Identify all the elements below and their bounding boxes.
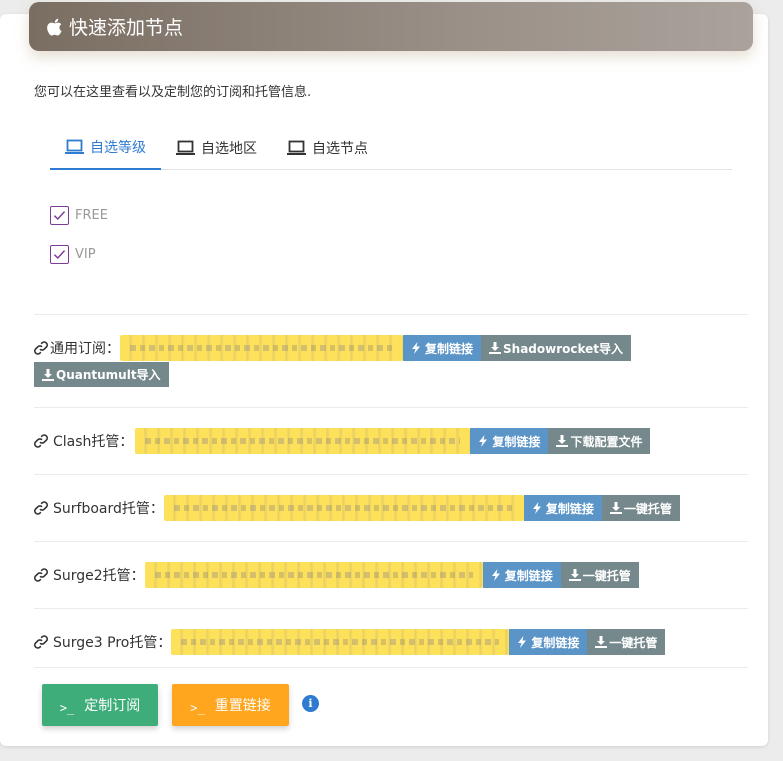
row-label: Surfboard托管： bbox=[53, 501, 164, 517]
bolt-icon bbox=[411, 342, 423, 354]
tab-bar: 自选等级 自选地区 自选节点 bbox=[50, 126, 732, 170]
one-click-host-button[interactable]: 一键托管 bbox=[587, 629, 666, 655]
download-icon bbox=[42, 368, 54, 381]
surfboard-row: Surfboard托管： 复制链接 一键托管 bbox=[34, 495, 680, 521]
level-checkboxes: FREE VIP bbox=[50, 204, 108, 282]
subtitle: 您可以在这里查看以及定制您的订阅和托管信息. bbox=[34, 85, 312, 100]
divider bbox=[34, 541, 748, 542]
one-click-host-button[interactable]: 一键托管 bbox=[601, 495, 680, 521]
surge2-row: Surge2托管： 复制链接 一键托管 bbox=[34, 562, 639, 588]
apple-icon bbox=[47, 18, 63, 36]
button-label: 定制订阅 bbox=[84, 698, 141, 714]
divider bbox=[34, 407, 748, 408]
download-icon bbox=[489, 342, 502, 354]
row-label: Clash托管： bbox=[53, 434, 134, 450]
checkbox-label: VIP bbox=[75, 246, 96, 262]
divider bbox=[34, 314, 748, 315]
divider bbox=[34, 474, 748, 475]
terminal-icon: >_ bbox=[59, 701, 75, 715]
terminal-icon: >_ bbox=[190, 701, 205, 715]
customize-subscription-button[interactable]: >_ 定制订阅 bbox=[42, 684, 158, 726]
row-label: Surge3 Pro托管： bbox=[53, 635, 172, 651]
download-icon bbox=[609, 502, 622, 514]
masked-link bbox=[120, 335, 403, 361]
masked-link bbox=[163, 495, 524, 521]
link-icon bbox=[34, 501, 48, 515]
page-title: 快速添加节点 bbox=[69, 17, 184, 39]
bolt-icon bbox=[478, 435, 490, 447]
divider bbox=[34, 667, 748, 668]
checkmark-icon[interactable] bbox=[50, 244, 69, 264]
one-click-host-button[interactable]: 一键托管 bbox=[560, 562, 639, 588]
quantumult-import-button[interactable]: Quantumult导入 bbox=[34, 362, 169, 387]
checkbox-label: FREE bbox=[75, 207, 108, 223]
tab-node[interactable]: 自选节点 bbox=[272, 126, 383, 169]
download-config-button[interactable]: 下载配置文件 bbox=[548, 428, 651, 454]
row-label: Surge2托管： bbox=[53, 568, 145, 584]
tab-level[interactable]: 自选等级 bbox=[50, 126, 161, 170]
laptop-icon bbox=[65, 139, 84, 155]
bolt-icon bbox=[517, 636, 529, 648]
row-label: 通用订阅： bbox=[50, 341, 120, 357]
download-icon bbox=[595, 636, 608, 648]
reset-link-button[interactable]: >_ 重置链接 bbox=[172, 684, 289, 726]
masked-link bbox=[171, 629, 510, 655]
masked-link bbox=[135, 428, 471, 454]
copy-link-button[interactable]: 复制链接 bbox=[403, 335, 482, 361]
bolt-icon bbox=[532, 502, 544, 514]
checkbox-vip[interactable]: VIP bbox=[50, 243, 108, 265]
copy-link-button[interactable]: 复制链接 bbox=[470, 428, 549, 454]
card-header: 快速添加节点 bbox=[29, 2, 753, 51]
link-icon bbox=[34, 341, 48, 355]
checkbox-free[interactable]: FREE bbox=[50, 204, 108, 226]
laptop-icon bbox=[176, 140, 195, 156]
general-subscription-row-wrap: Quantumult导入 bbox=[34, 362, 169, 387]
button-label: 重置链接 bbox=[214, 698, 271, 714]
download-icon bbox=[556, 435, 569, 447]
laptop-icon bbox=[287, 140, 306, 156]
link-icon bbox=[34, 568, 48, 582]
download-icon bbox=[568, 569, 581, 581]
surge3-pro-row: Surge3 Pro托管： 复制链接 一键托管 bbox=[34, 629, 666, 655]
masked-link bbox=[144, 562, 483, 588]
link-icon bbox=[34, 635, 48, 649]
shadowrocket-import-button[interactable]: Shadowrocket导入 bbox=[481, 335, 632, 361]
general-subscription-row: 通用订阅： 复制链接 Shadowrocket导入 bbox=[34, 335, 674, 361]
info-icon[interactable]: i bbox=[302, 695, 319, 712]
tab-label: 自选节点 bbox=[312, 140, 368, 157]
link-icon bbox=[34, 434, 48, 448]
clash-row: Clash托管： 复制链接 下载配置文件 bbox=[34, 428, 651, 454]
bolt-icon bbox=[491, 569, 503, 581]
copy-link-button[interactable]: 复制链接 bbox=[482, 562, 561, 588]
tab-region[interactable]: 自选地区 bbox=[161, 126, 272, 169]
copy-link-button[interactable]: 复制链接 bbox=[509, 629, 588, 655]
divider bbox=[34, 608, 748, 609]
checkmark-icon[interactable] bbox=[50, 205, 69, 225]
tab-label: 自选等级 bbox=[90, 140, 146, 156]
copy-link-button[interactable]: 复制链接 bbox=[523, 495, 602, 521]
tab-label: 自选地区 bbox=[201, 140, 257, 157]
